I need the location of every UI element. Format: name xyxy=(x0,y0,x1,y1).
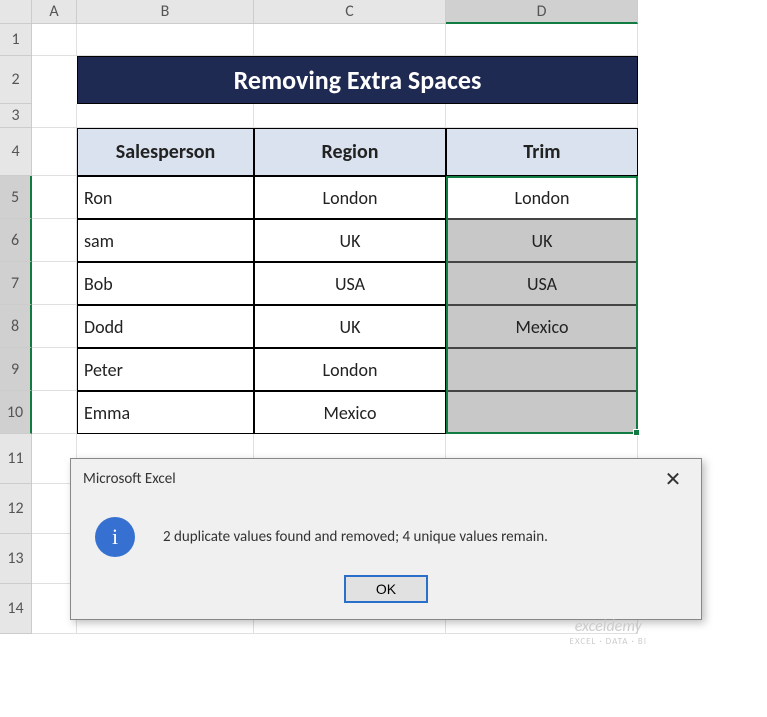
cell-A4[interactable] xyxy=(32,128,77,176)
cell-A6[interactable] xyxy=(32,219,77,262)
row-header-6[interactable]: 6 xyxy=(0,219,32,262)
cell-D3[interactable] xyxy=(446,104,638,128)
cell-B6[interactable]: sam xyxy=(77,219,254,262)
cell-C10[interactable]: Mexico xyxy=(254,391,446,434)
cell-D10[interactable] xyxy=(446,391,638,434)
cell-A9[interactable] xyxy=(32,348,77,391)
info-icon: i xyxy=(95,517,135,557)
cell-A1[interactable] xyxy=(32,24,77,56)
cell-D7[interactable]: USA xyxy=(446,262,638,305)
cell-D5[interactable]: London xyxy=(446,176,638,219)
col-header-D[interactable]: D xyxy=(446,0,638,24)
col-header-C[interactable]: C xyxy=(254,0,446,24)
cell-B9[interactable]: Peter xyxy=(77,348,254,391)
cell-A7[interactable] xyxy=(32,262,77,305)
cell-A8[interactable] xyxy=(32,305,77,348)
cell-C6[interactable]: UK xyxy=(254,219,446,262)
row-header-14[interactable]: 14 xyxy=(0,584,32,634)
cell-C9[interactable]: London xyxy=(254,348,446,391)
table-header-trim[interactable]: Trim xyxy=(446,128,638,176)
dialog-message: 2 duplicate values found and removed; 4 … xyxy=(163,528,548,546)
cell-D9[interactable] xyxy=(446,348,638,391)
row-header-7[interactable]: 7 xyxy=(0,262,32,305)
cell-B3[interactable] xyxy=(77,104,254,128)
row-header-4[interactable]: 4 xyxy=(0,128,32,176)
cell-A5[interactable] xyxy=(32,176,77,219)
row-header-5[interactable]: 5 xyxy=(0,176,32,219)
row-header-3[interactable]: 3 xyxy=(0,104,32,128)
row-header-10[interactable]: 10 xyxy=(0,391,32,434)
cell-A10[interactable] xyxy=(32,391,77,434)
select-all-corner[interactable] xyxy=(0,0,32,24)
row-header-13[interactable]: 13 xyxy=(0,534,32,584)
cell-B1[interactable] xyxy=(77,24,254,56)
cell-C8[interactable]: UK xyxy=(254,305,446,348)
cell-A3[interactable] xyxy=(32,104,77,128)
cell-C5[interactable]: London xyxy=(254,176,446,219)
row-header-1[interactable]: 1 xyxy=(0,24,32,56)
dialog-title-text: Microsoft Excel xyxy=(83,470,176,488)
row-header-2[interactable]: 2 xyxy=(0,56,32,104)
cell-B10[interactable]: Emma xyxy=(77,391,254,434)
close-icon[interactable]: ✕ xyxy=(657,467,689,491)
row-header-9[interactable]: 9 xyxy=(0,348,32,391)
row-header-12[interactable]: 12 xyxy=(0,484,32,534)
cell-B8[interactable]: Dodd xyxy=(77,305,254,348)
cell-B5[interactable]: Ron xyxy=(77,176,254,219)
cell-D8[interactable]: Mexico xyxy=(446,305,638,348)
cell-C7[interactable]: USA xyxy=(254,262,446,305)
ok-button[interactable]: OK xyxy=(344,575,428,603)
cell-D6[interactable]: UK xyxy=(446,219,638,262)
table-header-salesperson[interactable]: Salesperson xyxy=(77,128,254,176)
cell-B7[interactable]: Bob xyxy=(77,262,254,305)
row-header-11[interactable]: 11 xyxy=(0,434,32,484)
cell-D1[interactable] xyxy=(446,24,638,56)
page-title[interactable]: Removing Extra Spaces xyxy=(77,56,638,104)
row-header-8[interactable]: 8 xyxy=(0,305,32,348)
col-header-B[interactable]: B xyxy=(77,0,254,24)
cell-C3[interactable] xyxy=(254,104,446,128)
message-dialog: Microsoft Excel ✕ i 2 duplicate values f… xyxy=(70,458,702,620)
col-header-A[interactable]: A xyxy=(32,0,77,24)
table-header-region[interactable]: Region xyxy=(254,128,446,176)
cell-C1[interactable] xyxy=(254,24,446,56)
